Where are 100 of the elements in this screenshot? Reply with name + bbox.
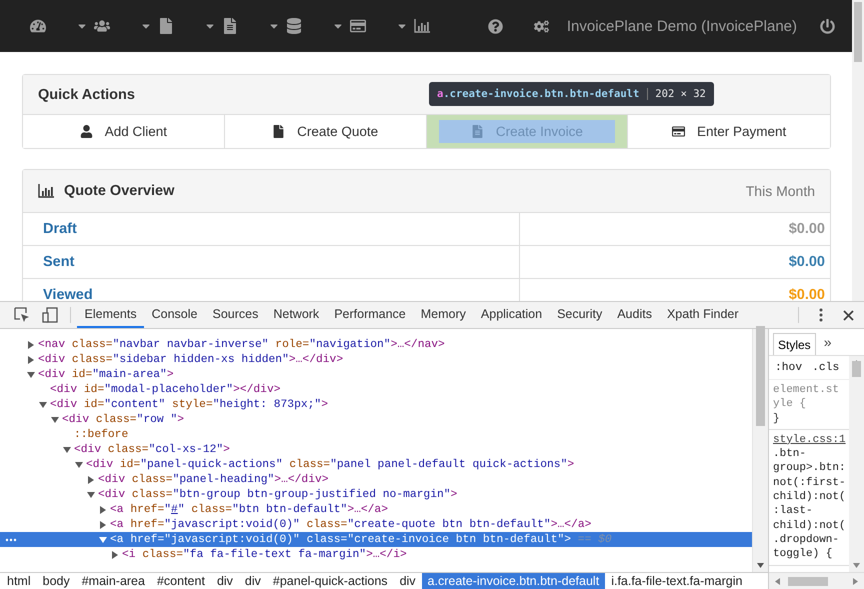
- scrollbar[interactable]: [769, 572, 864, 589]
- dom-line[interactable]: <div class="panel-heading">…</div>: [0, 472, 752, 487]
- devtools-tab[interactable]: Application: [473, 302, 550, 328]
- expand-toggle-icon[interactable]: [63, 446, 71, 454]
- expand-toggle-icon[interactable]: [111, 550, 119, 558]
- html-markup: <div id="panel-quick-actions" class="panel panel-default quick-actions">: [86, 458, 574, 470]
- breadcrumb[interactable]: div: [238, 573, 267, 589]
- bar-chart-icon: [38, 184, 54, 198]
- breadcrumb[interactable]: i.fa.fa-file-text.fa-margin: [605, 573, 748, 589]
- scroll-down-icon[interactable]: [853, 563, 860, 568]
- dom-line[interactable]: <div id="panel-quick-actions" class="panel panel-default quick-actions">: [0, 457, 752, 472]
- breadcrumb[interactable]: #panel-quick-actions: [266, 573, 394, 589]
- credit-card-icon: [672, 125, 685, 138]
- devtools-tab[interactable]: Security: [550, 302, 610, 328]
- dom-line[interactable]: <div id="main-area">: [0, 367, 752, 382]
- expand-toggle-icon[interactable]: [87, 490, 95, 498]
- device-icon[interactable]: [42, 307, 58, 323]
- expand-toggle-icon[interactable]: [51, 416, 59, 424]
- devtools-tab[interactable]: Elements: [77, 302, 144, 328]
- inspect-icon[interactable]: [14, 307, 30, 323]
- scrollbar-thumb[interactable]: [756, 326, 765, 426]
- html-markup: ::before: [74, 428, 128, 440]
- scrollbar-thumb[interactable]: [854, 2, 862, 62]
- scroll-left-icon[interactable]: [775, 578, 780, 584]
- dom-line[interactable]: <div class="col-xs-12">: [0, 442, 752, 457]
- devtools-tab[interactable]: Memory: [413, 302, 474, 328]
- scrollbar[interactable]: [752, 329, 768, 572]
- breadcrumb[interactable]: body: [36, 573, 76, 589]
- expand-toggle-icon[interactable]: [99, 536, 107, 544]
- expand-toggle-icon[interactable]: [99, 506, 107, 514]
- scrollbar[interactable]: [849, 356, 864, 572]
- expand-toggle-icon[interactable]: [87, 476, 95, 484]
- styles-tab[interactable]: Styles: [773, 333, 816, 355]
- dom-line[interactable]: <nav class="navbar navbar-inverse" role="navigation">…</nav>: [0, 337, 752, 352]
- breadcrumb[interactable]: html: [1, 573, 37, 589]
- account-name[interactable]: InvoicePlane Demo (InvoicePlane): [548, 0, 819, 52]
- breadcrumb[interactable]: div: [210, 573, 239, 589]
- power-icon: [820, 18, 835, 34]
- html-markup: <div class="btn-group btn-group-justified no-margin">: [98, 488, 458, 500]
- html-markup: <div class="col-xs-12">: [74, 444, 230, 456]
- html-markup: <i class="fa fa-file-text fa-margin">…</i>: [122, 548, 407, 560]
- expand-toggle-icon[interactable]: [27, 370, 35, 378]
- status-link[interactable]: Draft: [23, 213, 520, 245]
- dom-line[interactable]: ::before: [0, 427, 752, 442]
- breadcrumb[interactable]: a.create-invoice.btn.btn-default: [422, 573, 606, 589]
- expand-toggle-icon[interactable]: [39, 400, 47, 408]
- html-markup: <div class="panel-heading">…</div>: [98, 474, 329, 486]
- quick-action-button[interactable]: Add Client: [23, 115, 225, 148]
- dom-line[interactable]: <div class="btn-group btn-group-justified no-margin">: [0, 487, 752, 502]
- amount-cell-text: $0.00: [788, 220, 826, 239]
- html-markup: <a href="#" class="btn btn-default">…</a>: [110, 504, 388, 516]
- devtools-tab[interactable]: Performance: [326, 302, 414, 328]
- amount-cell-text: $0.00: [788, 286, 826, 301]
- breadcrumb[interactable]: #content: [150, 573, 211, 589]
- html-markup: <div id="modal-placeholder"></div>: [50, 384, 281, 396]
- gauge-icon: [30, 18, 46, 34]
- file-icon: [158, 18, 174, 34]
- html-markup: <div class="sidebar hidden-xs hidden">…</div>: [38, 354, 344, 366]
- element-size: 202 × 32: [647, 88, 706, 100]
- scroll-right-icon[interactable]: [853, 578, 858, 584]
- expand-toggle-icon[interactable]: [27, 356, 35, 364]
- close-icon[interactable]: [843, 310, 854, 320]
- document-icon: [470, 125, 484, 138]
- credit-card-icon: [350, 18, 366, 34]
- breadcrumb[interactable]: #main-area: [76, 573, 151, 589]
- devtools-tab[interactable]: Console: [144, 302, 205, 328]
- dom-line[interactable]: <a href="javascript:void(0)" class="create-quote btn btn-default">…</a>: [0, 517, 752, 532]
- rule-brace: }: [773, 412, 781, 426]
- stylesheet-link[interactable]: style.css:1: [773, 432, 845, 448]
- devtools-tab[interactable]: Sources: [204, 302, 266, 328]
- more-tabs[interactable]: »: [824, 334, 832, 350]
- dom-line[interactable]: <i class="fa fa-file-text fa-margin">…</i>: [0, 547, 752, 562]
- expand-toggle-icon[interactable]: [99, 520, 107, 528]
- dom-line[interactable]: <div class="row ">: [0, 412, 752, 427]
- breadcrumb[interactable]: div: [394, 573, 422, 589]
- user-icon: [80, 125, 93, 138]
- html-markup: <a href="javascript:void(0)" class="create-quote btn btn-default">…</a>: [110, 518, 592, 530]
- dom-line[interactable]: <div class="sidebar hidden-xs hidden">…</div>: [0, 352, 752, 367]
- element-selector: a.create-invoice.btn.btn-default: [437, 88, 640, 100]
- element-style-rule: element.style {: [773, 383, 840, 412]
- dom-line[interactable]: <a href="#" class="btn btn-default">…</a>: [0, 502, 752, 517]
- devtools-tab[interactable]: Audits: [610, 302, 660, 328]
- scrollbar-thumb[interactable]: [788, 576, 828, 586]
- more-options-icon[interactable]: [819, 308, 823, 322]
- users-icon: [94, 18, 110, 34]
- ellipsis-icon[interactable]: [5, 538, 17, 542]
- expand-toggle-icon[interactable]: [75, 460, 83, 468]
- dom-line[interactable]: <div id="content" style="height: 873px;">: [0, 397, 752, 412]
- style-filter[interactable]: .cls: [812, 362, 840, 374]
- scroll-down-icon[interactable]: [757, 563, 764, 568]
- html-markup: <div id="content" style="height: 873px;">: [50, 398, 328, 410]
- dom-line[interactable]: <div id="modal-placeholder"></div>: [0, 382, 752, 397]
- devtools-tab[interactable]: Xpath Finder: [659, 302, 746, 328]
- devtools-tab[interactable]: Network: [266, 302, 327, 328]
- scrollbar[interactable]: [852, 0, 864, 301]
- html-markup: <div id="main-area">: [38, 368, 174, 380]
- style-filter[interactable]: :hov: [775, 362, 802, 374]
- status-link[interactable]: Sent: [23, 246, 520, 278]
- scrollbar-thumb[interactable]: [852, 361, 861, 377]
- expand-toggle-icon[interactable]: [27, 340, 35, 348]
